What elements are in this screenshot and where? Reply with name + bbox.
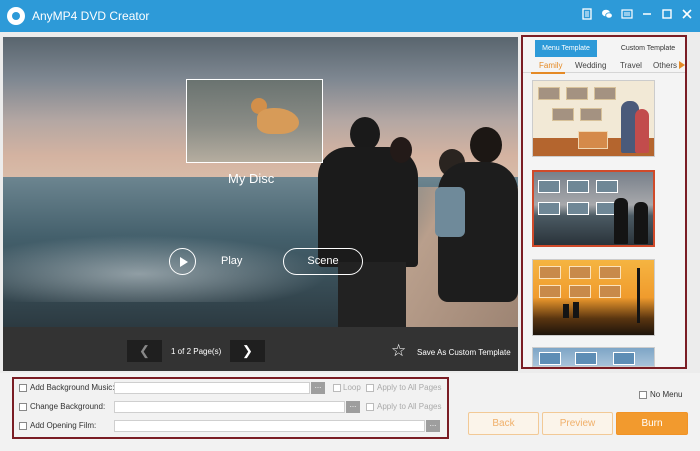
- category-underline: [531, 72, 565, 74]
- template-thumbnail[interactable]: [532, 80, 655, 157]
- page-info: 1 of 2 Page(s): [171, 347, 222, 356]
- category-travel[interactable]: Travel: [620, 61, 642, 70]
- chevron-right-icon[interactable]: [679, 61, 685, 69]
- app-logo-icon: [7, 7, 25, 25]
- dog-image: [257, 108, 299, 134]
- opening-film-browse-button[interactable]: ...: [426, 420, 440, 432]
- category-others[interactable]: Others: [653, 61, 677, 70]
- play-label[interactable]: Play: [221, 255, 242, 267]
- template-panel: Menu Template Custom Template Family Wed…: [521, 35, 687, 369]
- opening-film-field[interactable]: [114, 420, 425, 432]
- title-bar: AnyMP4 DVD Creator: [0, 0, 700, 32]
- star-icon[interactable]: ☆: [391, 342, 409, 360]
- chat-icon[interactable]: [600, 8, 614, 22]
- disc-thumbnail: [186, 79, 323, 163]
- no-menu-checkbox[interactable]: [639, 391, 647, 399]
- apply-music-all-pages-label: Apply to All Pages: [377, 383, 442, 392]
- change-background-field[interactable]: [114, 401, 345, 413]
- apply-background-all-pages-label: Apply to All Pages: [377, 402, 442, 411]
- next-page-button[interactable]: ❯: [230, 340, 265, 362]
- change-background-label: Change Background:: [30, 402, 106, 411]
- background-music-checkbox[interactable]: [19, 384, 27, 392]
- tab-menu-template[interactable]: Menu Template: [535, 40, 597, 57]
- no-menu-label: No Menu: [650, 390, 683, 399]
- background-music-label: Add Background Music:: [30, 383, 115, 392]
- menu-preview: My Disc Play Scene: [3, 37, 518, 327]
- loop-label: Loop: [343, 383, 361, 392]
- preview-button[interactable]: Preview: [542, 412, 613, 435]
- app-title: AnyMP4 DVD Creator: [32, 9, 150, 23]
- burn-button[interactable]: Burn: [616, 412, 688, 435]
- disc-title[interactable]: My Disc: [228, 171, 274, 186]
- document-icon[interactable]: [580, 8, 594, 22]
- save-custom-template-button[interactable]: Save As Custom Template: [417, 348, 511, 357]
- opening-film-checkbox[interactable]: [19, 422, 27, 430]
- loop-checkbox[interactable]: [333, 384, 341, 392]
- template-thumbnail[interactable]: [532, 347, 655, 367]
- template-thumbnail[interactable]: [532, 259, 655, 336]
- minimize-icon[interactable]: [640, 8, 654, 22]
- close-icon[interactable]: [680, 8, 694, 22]
- background-music-browse-button[interactable]: ...: [311, 382, 325, 394]
- category-family[interactable]: Family: [539, 61, 563, 70]
- tab-custom-template[interactable]: Custom Template: [617, 40, 679, 57]
- back-button[interactable]: Back: [468, 412, 539, 435]
- apply-music-all-pages-checkbox[interactable]: [366, 384, 374, 392]
- background-music-field[interactable]: [114, 382, 310, 394]
- change-background-checkbox[interactable]: [19, 403, 27, 411]
- category-bar: Family Wedding Travel Others: [523, 59, 685, 74]
- maximize-icon[interactable]: [660, 8, 674, 22]
- change-background-browse-button[interactable]: ...: [346, 401, 360, 413]
- scene-button[interactable]: Scene: [283, 248, 363, 275]
- category-wedding[interactable]: Wedding: [575, 61, 606, 70]
- apply-background-all-pages-checkbox[interactable]: [366, 403, 374, 411]
- prev-page-button[interactable]: ❮: [127, 340, 162, 362]
- menu-icon[interactable]: [620, 8, 634, 22]
- template-thumbnail-selected[interactable]: [532, 170, 655, 247]
- opening-film-label: Add Opening Film:: [30, 421, 97, 430]
- play-button[interactable]: [169, 248, 196, 275]
